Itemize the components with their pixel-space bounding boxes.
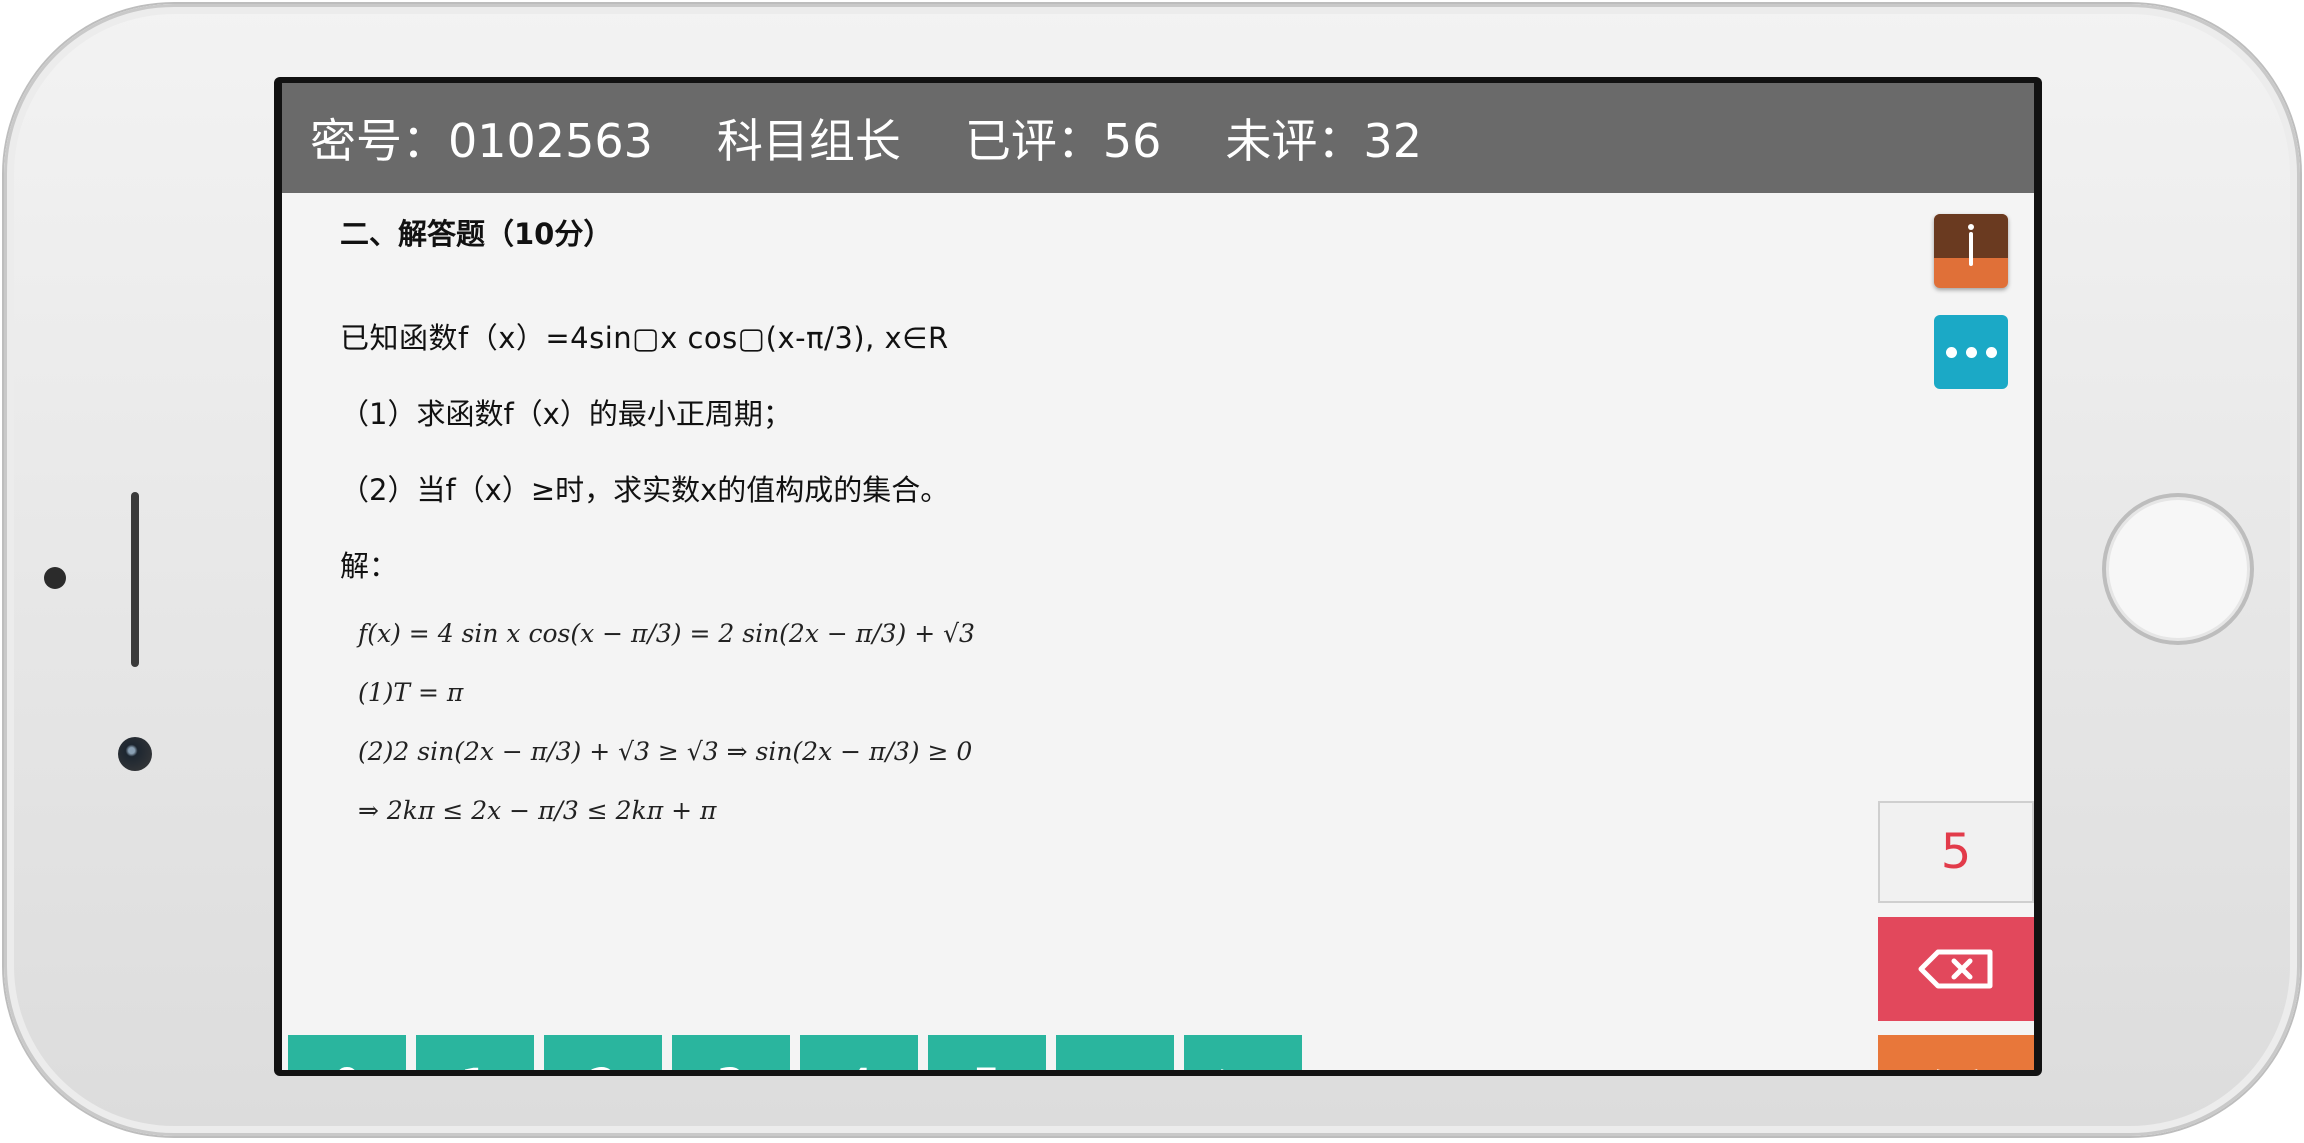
key-2[interactable]: 2 bbox=[544, 1035, 662, 1070]
question-part-1: （1）求函数f（x）的最小正周期； bbox=[340, 397, 792, 431]
phone-frame: 密号：0102563 科目组长 已评：56 未评：32 二、解答题（10分） 已… bbox=[4, 4, 2300, 1136]
handwritten-line-2: (1)T = π bbox=[358, 678, 464, 707]
answer-sheet: 二、解答题（10分） 已知函数f（x）=4sin▢x cos▢(x-π/3), … bbox=[340, 211, 975, 855]
info-button[interactable] bbox=[1934, 214, 2008, 288]
question-stem: 已知函数f（x）=4sin▢x cos▢(x-π/3), x∈R bbox=[340, 321, 949, 355]
key-3[interactable]: 3 bbox=[672, 1035, 790, 1070]
key-all-zero[interactable]: 全零 bbox=[1184, 1035, 1302, 1070]
section-title: 二、解答题（10分） bbox=[340, 217, 613, 251]
info-icon-dot bbox=[1968, 224, 1974, 230]
status-header: 密号：0102563 科目组长 已评：56 未评：32 bbox=[282, 83, 2034, 193]
secret-number: 密号：0102563 bbox=[310, 114, 653, 168]
grading-app: 密号：0102563 科目组长 已评：56 未评：32 二、解答题（10分） 已… bbox=[282, 83, 2034, 1070]
home-button[interactable] bbox=[2102, 493, 2254, 645]
answer-label: 解： bbox=[340, 549, 399, 583]
key-4[interactable]: 4 bbox=[800, 1035, 918, 1070]
front-camera bbox=[118, 737, 152, 771]
graded-count: 已评：56 bbox=[964, 114, 1162, 168]
score-display: 5 bbox=[1878, 801, 2034, 903]
earpiece-slot bbox=[131, 492, 139, 667]
question-part-2: （2）当f（x）≥时，求实数x的值构成的集合。 bbox=[340, 473, 950, 507]
key-5[interactable]: 5 bbox=[928, 1035, 1046, 1070]
handwritten-line-1: f(x) = 4 sin x cos(x − π/3) = 2 sin(2x −… bbox=[358, 619, 975, 648]
delete-button[interactable] bbox=[1878, 917, 2034, 1021]
info-icon-bar bbox=[1969, 232, 1973, 266]
key-0[interactable]: 0 bbox=[288, 1035, 406, 1070]
ungraded-count: 未评：32 bbox=[1225, 114, 1422, 168]
more-dots-icon bbox=[1965, 346, 1977, 358]
backspace-icon bbox=[1918, 949, 1993, 989]
screen: 密号：0102563 科目组长 已评：56 未评：32 二、解答题（10分） 已… bbox=[274, 77, 2042, 1076]
score-keypad: 0 1 2 3 4 5 · 全零 bbox=[288, 1035, 1302, 1070]
handwritten-line-3: (2)2 sin(2x − π/3) + √3 ≥ √3 ⇒ sin(2x − … bbox=[358, 737, 973, 766]
handwritten-line-4: ⇒ 2kπ ≤ 2x − π/3 ≤ 2kπ + π bbox=[358, 796, 717, 825]
sensor-dot bbox=[44, 567, 66, 589]
more-button[interactable] bbox=[1934, 315, 2008, 389]
confirm-button[interactable]: 确定 bbox=[1878, 1035, 2034, 1070]
key-decimal[interactable]: · bbox=[1056, 1035, 1174, 1070]
more-dots-icon bbox=[1945, 346, 1957, 358]
key-1[interactable]: 1 bbox=[416, 1035, 534, 1070]
more-dots-icon bbox=[1985, 346, 1997, 358]
role-label: 科目组长 bbox=[716, 114, 901, 168]
